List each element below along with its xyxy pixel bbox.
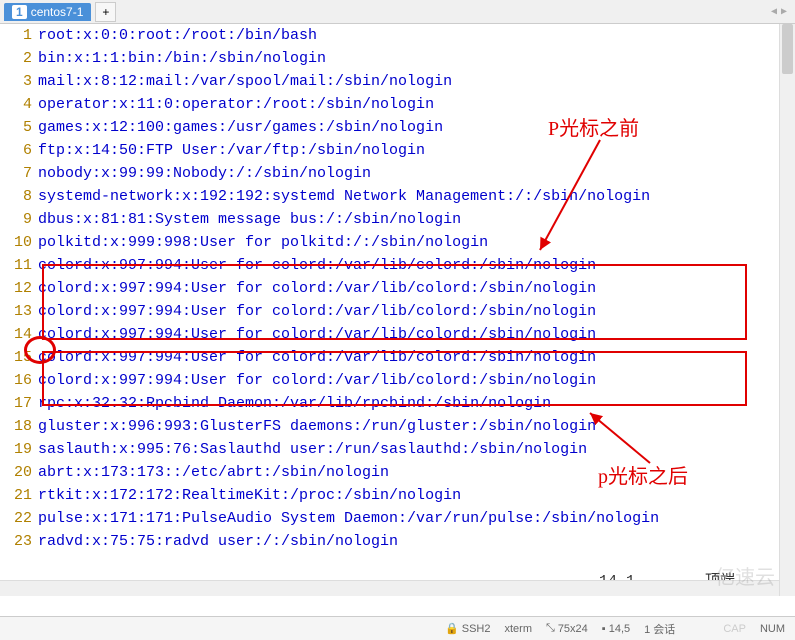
line-number: 21	[0, 484, 32, 507]
status-num: NUM	[760, 623, 785, 635]
tab-next-icon[interactable]: ▶	[781, 6, 787, 18]
tab-bar: 1 centos7-1 + ◀ ▶	[0, 0, 795, 24]
code-line: operator:x:11:0:operator:/root:/sbin/nol…	[38, 93, 795, 116]
code-line: colord:x:997:994:User for colord:/var/li…	[38, 346, 795, 369]
line-number: 17	[0, 392, 32, 415]
code-line: dbus:x:81:81:System message bus:/:/sbin/…	[38, 208, 795, 231]
code-line: colord:x:997:994:User for colord:/var/li…	[38, 254, 795, 277]
scrollbar-thumb[interactable]	[782, 24, 793, 74]
code-line: radvd:x:75:75:radvd user:/:/sbin/nologin	[38, 530, 795, 553]
tab-prev-icon[interactable]: ◀	[771, 6, 777, 18]
code-line: polkitd:x:999:998:User for polkitd:/:/sb…	[38, 231, 795, 254]
code-line: saslauth:x:995:76:Saslauthd user:/run/sa…	[38, 438, 795, 461]
line-number: 4	[0, 93, 32, 116]
code-line: colord:x:997:994:User for colord:/var/li…	[38, 300, 795, 323]
line-number: 10	[0, 231, 32, 254]
code-line: games:x:12:100:games:/usr/games:/sbin/no…	[38, 116, 795, 139]
lock-icon: 🔒	[445, 622, 459, 635]
tab-badge: 1	[12, 5, 27, 19]
status-term: xterm	[505, 623, 533, 635]
position-icon: ▪	[602, 623, 606, 635]
code-area[interactable]: root:x:0:0:root:/root:/bin/bashbin:x:1:1…	[38, 24, 795, 596]
code-line: nobody:x:99:99:Nobody:/:/sbin/nologin	[38, 162, 795, 185]
resize-icon: ⤡	[546, 622, 555, 635]
line-number: 15	[0, 346, 32, 369]
editor: 1234567891011121314151617181920212223 ro…	[0, 24, 795, 596]
line-number: 12	[0, 277, 32, 300]
line-number: 8	[0, 185, 32, 208]
status-bar: 🔒 SSH2 xterm ⤡ 75x24 ▪ 14,5 1 会话 CAP NUM	[0, 616, 795, 640]
code-line: bin:x:1:1:bin:/bin:/sbin/nologin	[38, 47, 795, 70]
line-number: 3	[0, 70, 32, 93]
annotation-before: P光标之前	[548, 112, 639, 141]
line-number: 13	[0, 300, 32, 323]
line-number: 16	[0, 369, 32, 392]
line-number: 6	[0, 139, 32, 162]
vertical-scrollbar[interactable]	[779, 24, 795, 596]
line-number: 18	[0, 415, 32, 438]
code-line: colord:x:997:994:User for colord:/var/li…	[38, 277, 795, 300]
line-number: 7	[0, 162, 32, 185]
tab-nav: ◀ ▶	[771, 6, 791, 18]
code-line: root:x:0:0:root:/root:/bin/bash	[38, 24, 795, 47]
code-line: mail:x:8:12:mail:/var/spool/mail:/sbin/n…	[38, 70, 795, 93]
code-line: pulse:x:171:171:PulseAudio System Daemon…	[38, 507, 795, 530]
horizontal-scrollbar[interactable]	[0, 580, 779, 596]
status-sessions: 1 会话	[644, 621, 675, 637]
line-number-gutter: 1234567891011121314151617181920212223	[0, 24, 38, 596]
watermark: 亿速云	[715, 561, 775, 590]
line-number: 23	[0, 530, 32, 553]
status-ssh: 🔒 SSH2	[445, 622, 490, 635]
line-number: 5	[0, 116, 32, 139]
line-number: 19	[0, 438, 32, 461]
annotation-after: p光标之后	[598, 460, 688, 489]
line-number: 2	[0, 47, 32, 70]
line-number: 20	[0, 461, 32, 484]
code-line: colord:x:997:994:User for colord:/var/li…	[38, 323, 795, 346]
line-number: 1	[0, 24, 32, 47]
tab-add-button[interactable]: +	[95, 2, 116, 22]
tab-active[interactable]: 1 centos7-1	[4, 3, 91, 21]
code-line: ftp:x:14:50:FTP User:/var/ftp:/sbin/nolo…	[38, 139, 795, 162]
line-number: 11	[0, 254, 32, 277]
line-number: 22	[0, 507, 32, 530]
status-size: ⤡ 75x24	[546, 622, 588, 635]
code-line: systemd-network:x:192:192:systemd Networ…	[38, 185, 795, 208]
tab-title: centos7-1	[31, 5, 84, 19]
status-pos: ▪ 14,5	[602, 623, 630, 635]
code-line: gluster:x:996:993:GlusterFS daemons:/run…	[38, 415, 795, 438]
code-line: rpc:x:32:32:Rpcbind Daemon:/var/lib/rpcb…	[38, 392, 795, 415]
code-line: colord:x:997:994:User for colord:/var/li…	[38, 369, 795, 392]
status-cap: CAP	[723, 623, 746, 635]
line-number: 9	[0, 208, 32, 231]
line-number: 14	[0, 323, 32, 346]
